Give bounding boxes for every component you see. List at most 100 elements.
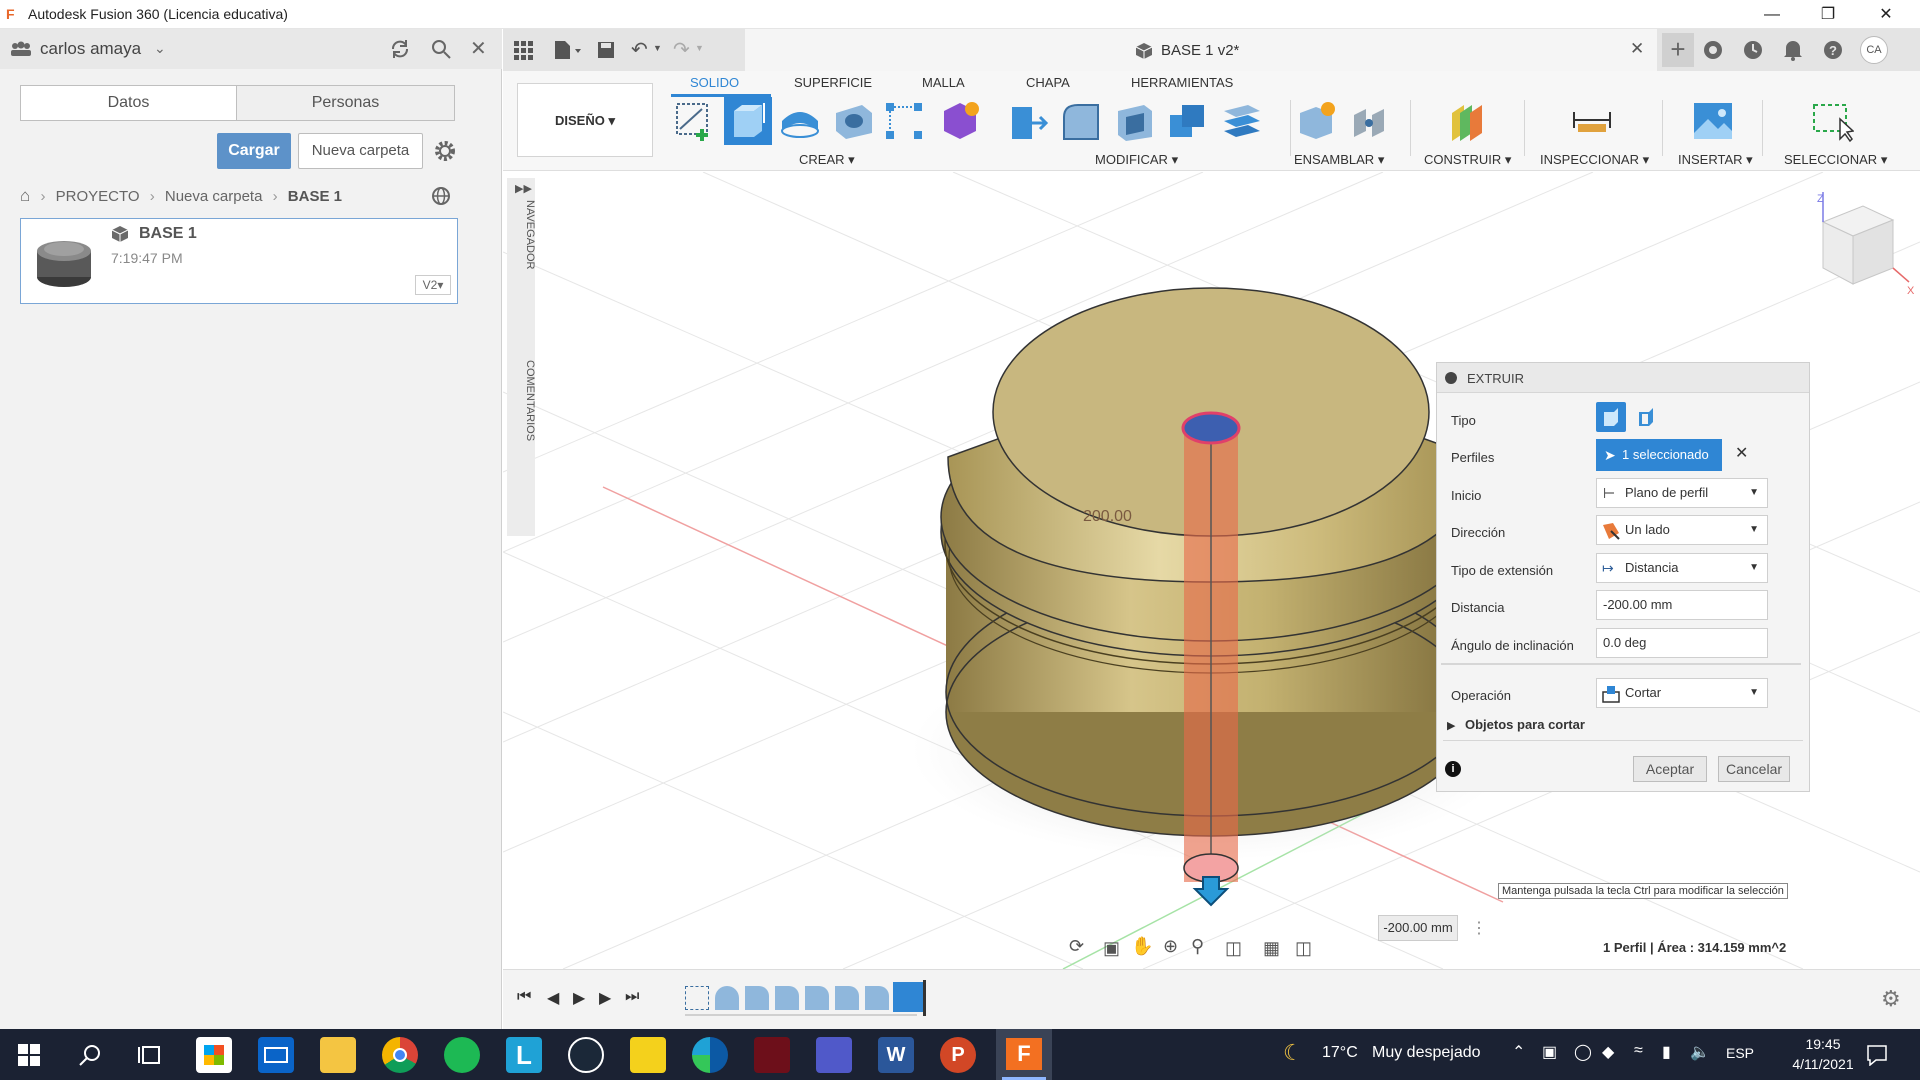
new-component-icon[interactable] [1294, 99, 1338, 143]
language-indicator[interactable]: ESP [1726, 1045, 1754, 1061]
launcher-l-icon[interactable]: L [506, 1037, 542, 1073]
close-window-icon[interactable]: ✕ [1866, 3, 1906, 27]
fillet-icon[interactable] [1060, 101, 1102, 141]
timeline-settings-icon[interactable]: ⚙ [1881, 986, 1901, 1012]
combine-icon[interactable] [1166, 101, 1208, 141]
app-grid-icon[interactable] [513, 40, 533, 60]
direccion-select[interactable]: Un lado ▼ [1596, 515, 1768, 545]
steam-icon[interactable] [568, 1037, 604, 1073]
tray-device-icon[interactable]: ◯ [1574, 1042, 1592, 1062]
comments-label[interactable]: COMENTARIOS [524, 360, 536, 441]
breadcrumb-proyecto[interactable]: PROYECTO [56, 188, 140, 205]
hole-icon[interactable] [832, 101, 874, 141]
fit-icon[interactable]: ⚲ [1191, 936, 1204, 957]
tray-teams-icon[interactable]: ◆ [1602, 1042, 1614, 1062]
new-folder-button[interactable]: Nueva carpeta [298, 133, 423, 169]
gear-icon[interactable] [432, 138, 458, 164]
tray-app-icon[interactable]: ▣ [1542, 1042, 1557, 1062]
timeline-fillet-icon[interactable] [805, 986, 829, 1010]
file-explorer-icon[interactable] [320, 1037, 356, 1073]
orbit-icon[interactable]: ⟳ [1069, 936, 1084, 957]
chrome-icon[interactable] [382, 1037, 418, 1073]
profiles-selection[interactable]: ➤ 1 seleccionado [1596, 439, 1722, 471]
undo-icon[interactable]: ↶ [631, 37, 648, 62]
undo-dropdown-icon[interactable]: ▼ [653, 43, 662, 53]
timeline-fillet-icon[interactable] [775, 986, 799, 1010]
document-tab[interactable]: BASE 1 v2* ✕ [745, 29, 1657, 71]
viewports-icon[interactable]: ◫ [1295, 938, 1312, 959]
group-inspeccionar[interactable]: INSPECCIONAR ▾ [1540, 152, 1649, 168]
pattern-icon[interactable] [884, 101, 926, 141]
tray-chevron-icon[interactable]: ⌃ [1512, 1042, 1525, 1062]
grid-settings-icon[interactable]: ▦ [1263, 938, 1280, 959]
teams-icon[interactable] [816, 1037, 852, 1073]
timeline-fillet-icon[interactable] [745, 986, 769, 1010]
timeline-marker[interactable] [923, 980, 926, 1016]
go-to-start-icon[interactable]: ⏮ [517, 988, 531, 1006]
step-forward-icon[interactable]: ▶ [599, 988, 611, 1008]
revolve-icon[interactable] [778, 101, 822, 141]
look-at-icon[interactable]: ▣ [1103, 938, 1120, 959]
group-modificar[interactable]: MODIFICAR ▾ [1095, 152, 1178, 168]
insert-image-icon[interactable] [1692, 101, 1734, 141]
clock-date[interactable]: 4/11/2021 [1778, 1056, 1868, 1072]
battery-icon[interactable]: ▮ [1662, 1042, 1671, 1062]
type-extrude-icon[interactable] [1596, 402, 1626, 432]
browser-strip[interactable]: ▶▶ NAVEGADOR COMENTARIOS [507, 178, 536, 536]
workspace-switcher[interactable]: DISEÑO ▾ [517, 83, 653, 157]
timeline-fillet-icon[interactable] [865, 986, 889, 1010]
sticky-notes-icon[interactable] [630, 1037, 666, 1073]
tab-chapa[interactable]: CHAPA [1026, 75, 1070, 90]
step-back-icon[interactable]: ◀ [547, 988, 559, 1008]
extensions-icon[interactable] [1702, 39, 1724, 61]
home-icon[interactable]: ⌂ [20, 186, 30, 205]
save-icon[interactable] [596, 40, 616, 60]
word-icon[interactable]: W [878, 1037, 914, 1073]
close-panel-icon[interactable]: ✕ [470, 36, 487, 61]
weather-icon[interactable]: ☾ [1283, 1040, 1303, 1066]
edge-icon[interactable] [692, 1037, 728, 1073]
zoom-icon[interactable]: ⊕ [1163, 936, 1178, 957]
weather-temp[interactable]: 17°C [1322, 1044, 1358, 1062]
joint-icon[interactable] [1348, 101, 1390, 141]
search-icon[interactable] [78, 1043, 102, 1067]
press-pull-icon[interactable] [1008, 101, 1050, 141]
valorant-icon[interactable] [754, 1037, 790, 1073]
pan-icon[interactable]: ✋ [1131, 936, 1153, 957]
timeline-extrude-icon[interactable] [893, 982, 923, 1012]
upload-button[interactable]: Cargar [217, 133, 291, 169]
powerpoint-icon[interactable]: P [940, 1037, 976, 1073]
search-icon[interactable] [430, 38, 452, 60]
split-body-icon[interactable] [1220, 101, 1262, 141]
timeline-revolve-icon[interactable] [715, 986, 739, 1010]
objetos-para-cortar[interactable]: Objetos para cortar [1465, 717, 1585, 732]
tab-herramientas[interactable]: HERRAMIENTAS [1131, 75, 1233, 90]
notification-center-icon[interactable] [1866, 1044, 1888, 1066]
extrude-icon[interactable] [724, 97, 772, 145]
file-menu-icon[interactable] [553, 40, 583, 60]
go-to-end-icon[interactable]: ⏭ [625, 988, 639, 1006]
create-form-icon[interactable] [938, 99, 982, 143]
extension-select[interactable]: ↦ Distancia ▼ [1596, 553, 1768, 583]
select-icon[interactable] [1810, 99, 1854, 143]
create-sketch-icon[interactable] [672, 99, 716, 143]
volume-icon[interactable]: 🔈 [1690, 1042, 1710, 1062]
tab-solido[interactable]: SOLIDO [690, 75, 739, 90]
chevron-down-icon[interactable]: ⌄ [154, 40, 166, 57]
redo-dropdown-icon[interactable]: ▼ [695, 43, 704, 53]
tab-superficie[interactable]: SUPERFICIE [794, 75, 872, 90]
expand-icon[interactable]: ▶▶ [515, 182, 532, 195]
redo-icon[interactable]: ↷ [673, 37, 690, 62]
tab-datos[interactable]: Datos [20, 85, 237, 121]
globe-icon[interactable] [430, 185, 452, 207]
shell-icon[interactable] [1112, 101, 1154, 141]
clock-time[interactable]: 19:45 [1788, 1036, 1858, 1052]
inicio-select[interactable]: ⊢ Plano de perfil ▼ [1596, 478, 1768, 508]
new-tab-icon[interactable]: + [1662, 33, 1694, 67]
mail-icon[interactable] [258, 1037, 294, 1073]
group-seleccionar[interactable]: SELECCIONAR ▾ [1784, 152, 1887, 168]
measure-icon[interactable] [1572, 106, 1612, 136]
restore-icon[interactable]: ❐ [1808, 3, 1848, 27]
info-icon[interactable]: i [1445, 761, 1461, 777]
tab-malla[interactable]: MALLA [922, 75, 965, 90]
